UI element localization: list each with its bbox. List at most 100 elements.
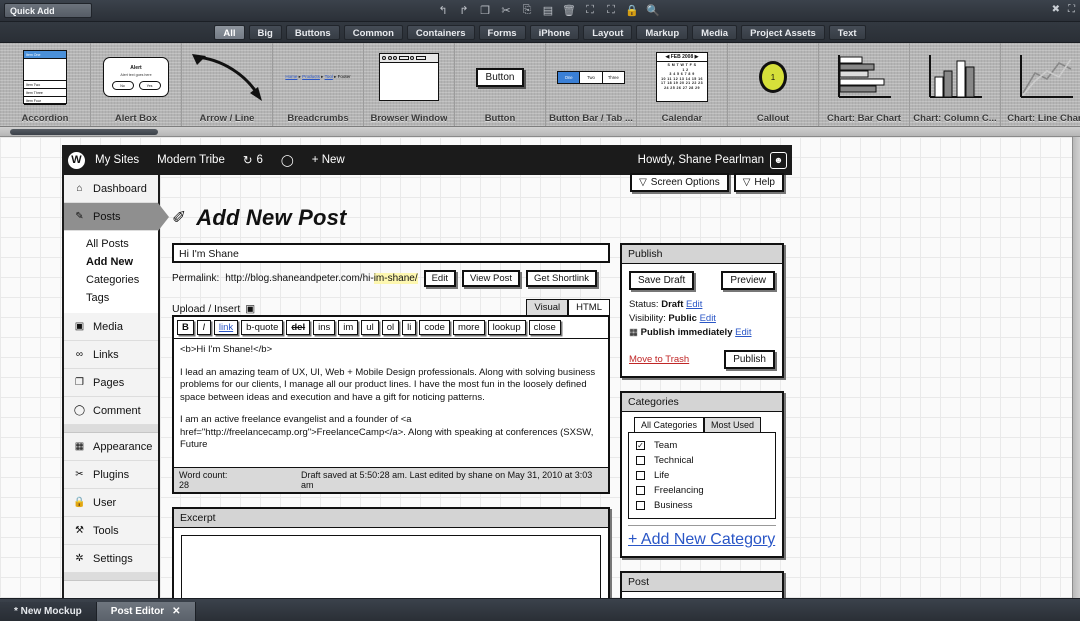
category-item[interactable]: Freelancing	[636, 483, 768, 498]
canvas-vertical-scrollbar[interactable]	[1072, 137, 1080, 598]
sidebar-item-dashboard[interactable]: ⌂ Dashboard	[64, 175, 158, 203]
category-tab-big[interactable]: Big	[249, 25, 282, 40]
widget-palette[interactable]: Item One Item Two Item Three Item Four A…	[0, 43, 1080, 127]
schedule-edit-link[interactable]: Edit	[735, 327, 751, 338]
tab-post-editor[interactable]: Post Editor ✕	[97, 602, 196, 621]
widget-button[interactable]: Button Button	[455, 43, 546, 127]
mockup-canvas[interactable]: W My Sites Modern Tribe ↻ 6 ◯ + New Howd…	[0, 137, 1072, 598]
category-tab-buttons[interactable]: Buttons	[286, 25, 340, 40]
close-icon[interactable]: ✕	[172, 602, 180, 621]
tab-most-used[interactable]: Most Used	[704, 417, 761, 432]
preview-button[interactable]: Preview	[721, 271, 775, 290]
adminbar-comments[interactable]: ◯	[281, 153, 294, 167]
category-tab-layout[interactable]: Layout	[583, 25, 632, 40]
permalink-slug[interactable]: im-shane/	[374, 273, 418, 284]
redo-icon[interactable]: ↱	[457, 2, 471, 18]
italic-button[interactable]: I	[197, 320, 211, 335]
ins-button[interactable]: ins	[313, 320, 335, 335]
tab-visual[interactable]: Visual	[526, 299, 568, 315]
adminbar-account[interactable]: Howdy, Shane Pearlman ☻	[638, 152, 792, 169]
close-icon[interactable]: ✖	[1052, 4, 1060, 15]
undo-icon[interactable]: ↰	[436, 2, 450, 18]
li-button[interactable]: li	[402, 320, 416, 335]
category-tab-forms[interactable]: Forms	[479, 25, 526, 40]
code-button[interactable]: code	[419, 320, 450, 335]
clipboard-icon[interactable]: ▤	[541, 2, 555, 18]
category-tab-containers[interactable]: Containers	[407, 25, 475, 40]
category-tab-iphone[interactable]: iPhone	[530, 25, 580, 40]
ol-button[interactable]: ol	[382, 320, 399, 335]
more-button[interactable]: more	[453, 320, 485, 335]
lock-icon[interactable]: 🔒	[625, 2, 639, 18]
widget-breadcrumbs[interactable]: Home ▸ Products ▸ Tool ▸ Footer Breadcru…	[273, 43, 364, 127]
sidebar-item-tools[interactable]: ⚒ Tools	[64, 517, 158, 545]
sidebar-item-media[interactable]: ▣ Media	[64, 313, 158, 341]
category-tab-common[interactable]: Common	[344, 25, 403, 40]
category-tab-all[interactable]: All	[214, 25, 244, 40]
sidebar-item-plugins[interactable]: ✂ Plugins	[64, 461, 158, 489]
checkbox-icon[interactable]	[636, 501, 645, 510]
scrollbar-thumb[interactable]	[10, 129, 158, 135]
add-new-category-link[interactable]: + Add New Category	[628, 531, 775, 548]
submenu-tags[interactable]: Tags	[64, 289, 158, 307]
submenu-add-new[interactable]: Add New	[64, 253, 158, 271]
sidebar-item-links[interactable]: ∞ Links	[64, 341, 158, 369]
category-item[interactable]: Life	[636, 468, 768, 483]
paste-icon[interactable]: ⎘	[520, 2, 534, 18]
category-tab-media[interactable]: Media	[692, 25, 737, 40]
excerpt-textarea[interactable]	[181, 535, 601, 599]
bold-button[interactable]: B	[177, 320, 194, 335]
visibility-edit-link[interactable]: Edit	[700, 313, 716, 324]
del-button[interactable]: del	[286, 320, 310, 335]
submenu-all-posts[interactable]: All Posts	[64, 235, 158, 253]
avatar[interactable]: ☻	[770, 152, 787, 169]
widget-palette-scrollbar[interactable]	[0, 127, 1080, 137]
category-tab-project-assets[interactable]: Project Assets	[741, 25, 825, 40]
widget-button-bar[interactable]: One Two Three Button Bar / Tab ...	[546, 43, 637, 127]
adminbar-site-name[interactable]: Modern Tribe	[157, 154, 225, 166]
quick-add-input[interactable]: Quick Add	[4, 3, 92, 18]
tab-new-mockup[interactable]: * New Mockup	[0, 602, 97, 621]
publish-button[interactable]: Publish	[724, 350, 775, 369]
widget-bar-chart[interactable]: Chart: Bar Chart	[819, 43, 910, 127]
checkbox-icon[interactable]	[636, 456, 645, 465]
checkbox-icon[interactable]	[636, 486, 645, 495]
link-button[interactable]: link	[214, 320, 238, 335]
tab-all-categories[interactable]: All Categories	[634, 417, 704, 432]
move-to-trash-link[interactable]: Move to Trash	[629, 354, 689, 365]
editor-textarea[interactable]: <b>Hi I'm Shane!</b> I lead an amazing t…	[174, 338, 608, 467]
widget-alert-box[interactable]: Alert Alert text goes here NoYes Alert B…	[91, 43, 182, 127]
category-tab-markup[interactable]: Markup	[636, 25, 688, 40]
widget-arrow-line[interactable]: Arrow / Line	[182, 43, 273, 127]
checkbox-checked-icon[interactable]: ✓	[636, 441, 645, 450]
widget-line-chart[interactable]: Chart: Line Chart	[1001, 43, 1080, 127]
category-item[interactable]: Business	[636, 498, 768, 513]
ul-button[interactable]: ul	[361, 320, 378, 335]
bquote-button[interactable]: b-quote	[241, 320, 283, 335]
category-item[interactable]: ✓ Team	[636, 438, 768, 453]
post-title-input[interactable]: Hi I'm Shane	[172, 243, 610, 263]
sidebar-item-settings[interactable]: ✲ Settings	[64, 545, 158, 573]
widget-browser-window[interactable]: Browser Window	[364, 43, 455, 127]
sidebar-item-pages[interactable]: ❐ Pages	[64, 369, 158, 397]
adminbar-new[interactable]: + New	[312, 154, 345, 166]
search-icon[interactable]: 🔍	[646, 2, 660, 18]
sidebar-item-user[interactable]: 🔒 User	[64, 489, 158, 517]
checkbox-icon[interactable]	[636, 471, 645, 480]
permalink-edit-button[interactable]: Edit	[424, 270, 456, 287]
help-button[interactable]: ▽ Help	[734, 173, 784, 192]
widget-column-chart[interactable]: Chart: Column C...	[910, 43, 1001, 127]
widget-calendar[interactable]: ◀ FEB 2008 ▶ S M T W T F S 1 2 3 4 5 6 7…	[637, 43, 728, 127]
cut-icon[interactable]: ✂	[499, 2, 513, 18]
lookup-button[interactable]: lookup	[488, 320, 526, 335]
wordpress-mockup[interactable]: W My Sites Modern Tribe ↻ 6 ◯ + New Howd…	[62, 145, 792, 598]
category-tab-text[interactable]: Text	[829, 25, 866, 40]
screen-options-button[interactable]: ▽ Screen Options	[630, 173, 729, 192]
media-icon[interactable]: ▣	[245, 303, 255, 315]
wordpress-logo-icon[interactable]: W	[68, 152, 85, 169]
status-edit-link[interactable]: Edit	[686, 299, 702, 310]
submenu-categories[interactable]: Categories	[64, 271, 158, 289]
widget-accordion[interactable]: Item One Item Two Item Three Item Four A…	[0, 43, 91, 127]
trash-icon[interactable]: 🗑	[562, 2, 576, 18]
adminbar-my-sites[interactable]: My Sites	[95, 154, 139, 166]
